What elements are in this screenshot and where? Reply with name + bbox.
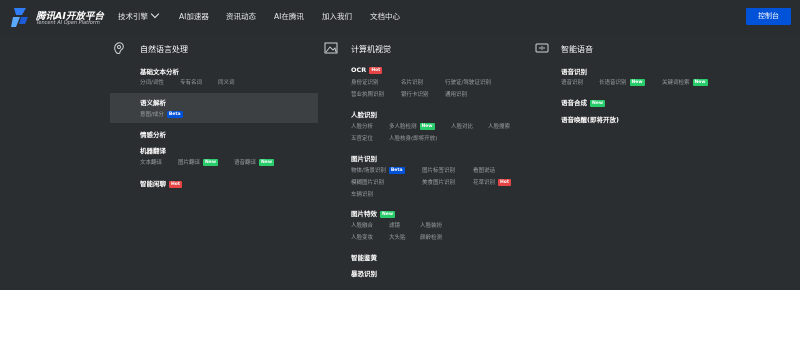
cv-ocr-item[interactable]: 身份证识别: [351, 78, 379, 86]
cv-image-item[interactable]: 物体/场景识别 Beta: [351, 166, 405, 174]
cv-effects-item[interactable]: 滤镜: [389, 221, 400, 229]
nav-docs[interactable]: 文档中心: [370, 0, 400, 34]
cv-image-item[interactable]: 模糊图片识别: [351, 178, 384, 186]
cv-image-item[interactable]: 看图说话: [473, 166, 495, 174]
cv-face-title[interactable]: 人脸识别: [351, 109, 377, 119]
cv-face-item[interactable]: 人脸搜索: [488, 122, 510, 130]
nlp-semantic-item[interactable]: 意图/成分 Beta: [140, 110, 183, 118]
nlp-chat-label: 智能闲聊: [140, 180, 166, 188]
cv-ocr-title[interactable]: OCR Hot: [351, 66, 383, 74]
cv-terror-title[interactable]: 暴恐识别: [351, 268, 377, 278]
new-badge: New: [692, 79, 708, 86]
cv-effects-item[interactable]: 人脸变妆: [351, 233, 373, 241]
cv-image-item[interactable]: 车辆识别: [351, 190, 373, 198]
cv-effects-item[interactable]: 大头贴: [389, 233, 406, 241]
nlp-mt-item-label: 语音翻译: [234, 160, 257, 166]
nlp-basic-item[interactable]: 分词/词性: [140, 78, 164, 86]
cv-ocr-item[interactable]: 银行卡识别: [401, 90, 429, 98]
cv-image-item[interactable]: 美食图片识别: [422, 178, 455, 186]
cv-image-item[interactable]: 图片标签识别: [422, 166, 455, 174]
cv-face-item[interactable]: 多人脸检测 New: [389, 122, 435, 130]
speech-asr-item-label: 关键词检索: [662, 80, 690, 86]
top-nav-bar: 腾讯AI开放平台 Tencent AI Open Platform 技术引擎 A…: [0, 0, 800, 34]
nlp-semantic-title[interactable]: 语义解析: [140, 97, 166, 107]
cv-face-item[interactable]: 五官定位: [351, 134, 373, 142]
beta-badge: Beta: [388, 167, 405, 174]
speech-asr-title[interactable]: 语音识别: [561, 66, 587, 76]
nlp-basic-item[interactable]: 同义词: [218, 78, 235, 86]
cv-ocr-label: OCR: [351, 66, 367, 74]
new-badge: New: [203, 159, 218, 166]
new-badge: New: [380, 211, 395, 218]
nlp-mt-item-label: 图片翻译: [178, 160, 201, 166]
nlp-mt-item[interactable]: 语音翻译 New: [234, 158, 274, 166]
chevron-down-icon: [150, 9, 160, 19]
nav-tech-engine[interactable]: 技术引擎: [118, 0, 160, 34]
cv-effects-item[interactable]: 人脸装扮: [420, 221, 442, 229]
cv-face-item-label: 多人脸检测: [389, 124, 417, 130]
speech-asr-item[interactable]: 语音识别: [561, 78, 583, 86]
nav-ai-accelerator[interactable]: AI加速器: [179, 0, 209, 34]
nav-ai-in-tencent[interactable]: AI在腾讯: [274, 0, 304, 34]
nlp-ear-icon: [114, 42, 124, 54]
brand-logo[interactable]: 腾讯AI开放平台 Tencent AI Open Platform: [10, 5, 120, 29]
cv-effects-title[interactable]: 图片特效 New: [351, 208, 395, 218]
cv-ocr-item[interactable]: 营业执照识别: [351, 90, 384, 98]
speech-tts-label: 语音合成: [561, 99, 587, 107]
nlp-basic-item[interactable]: 专有名词: [180, 78, 202, 86]
console-button[interactable]: 控制台: [746, 8, 791, 25]
hot-badge: Hot: [369, 67, 383, 74]
cv-effects-item[interactable]: 颜龄检测: [420, 233, 442, 241]
speech-asr-item[interactable]: 关键词检索 New: [662, 78, 708, 86]
hot-badge: Hot: [498, 179, 512, 186]
speech-wake-title[interactable]: 语音唤醒(即将开放): [561, 114, 619, 124]
cv-ocr-item[interactable]: 通用识别: [445, 90, 467, 98]
cv-effects-item[interactable]: 人脸融合: [351, 221, 373, 229]
cv-column-title: 计算机视觉: [351, 45, 391, 54]
speech-asr-item-label: 长语音识别: [599, 80, 627, 86]
speech-column-title: 智能语音: [561, 45, 593, 54]
nlp-sentiment-title[interactable]: 情感分析: [140, 129, 166, 139]
cv-face-item[interactable]: 人脸对比: [451, 122, 473, 130]
new-badge: New: [419, 123, 435, 130]
nlp-basic-title[interactable]: 基础文本分析: [140, 66, 179, 76]
speech-audio-icon: [535, 43, 549, 53]
new-badge: New: [259, 159, 274, 166]
nlp-mt-item[interactable]: 文本翻译: [140, 158, 162, 166]
mega-menu-panel: [0, 34, 800, 290]
hot-badge: Hot: [169, 181, 183, 188]
tencent-ai-logo-icon: [11, 8, 28, 27]
cv-ocr-item[interactable]: 行驶证/驾驶证识别: [445, 78, 491, 86]
nlp-mt-item[interactable]: 图片翻译 New: [178, 158, 218, 166]
speech-tts-title[interactable]: 语音合成 New: [561, 97, 605, 107]
new-badge: New: [629, 79, 645, 86]
new-badge: New: [590, 100, 605, 107]
cv-face-item[interactable]: 人脸分析: [351, 122, 373, 130]
nlp-column-title: 自然语言处理: [140, 45, 188, 54]
nav-tech-engine-label: 技术引擎: [118, 12, 148, 21]
cv-image-item-label: 花草识别: [473, 180, 496, 186]
cv-effects-label: 图片特效: [351, 210, 377, 218]
cv-face-item[interactable]: 人脸核身(即将开放): [389, 134, 437, 142]
cv-image-title[interactable]: 图片识别: [351, 153, 377, 163]
nav-news[interactable]: 资讯动态: [226, 0, 256, 34]
speech-asr-item[interactable]: 长语音识别 New: [599, 78, 645, 86]
cv-image-item-label: 物体/场景识别: [351, 168, 386, 174]
nav-join-us[interactable]: 加入我们: [322, 0, 352, 34]
computer-vision-image-icon: [324, 42, 338, 54]
brand-subtitle: Tencent AI Open Platform: [36, 20, 100, 26]
beta-badge: Beta: [166, 111, 183, 118]
cv-ocr-item[interactable]: 名片识别: [401, 78, 423, 86]
cv-moderation-title[interactable]: 智能鉴黄: [351, 252, 377, 262]
cv-image-item[interactable]: 花草识别 Hot: [473, 178, 512, 186]
nlp-mt-title[interactable]: 机器翻译: [140, 145, 166, 155]
nlp-semantic-item-label: 意图/成分: [140, 112, 164, 118]
nlp-chat-title[interactable]: 智能闲聊 Hot: [140, 178, 183, 188]
